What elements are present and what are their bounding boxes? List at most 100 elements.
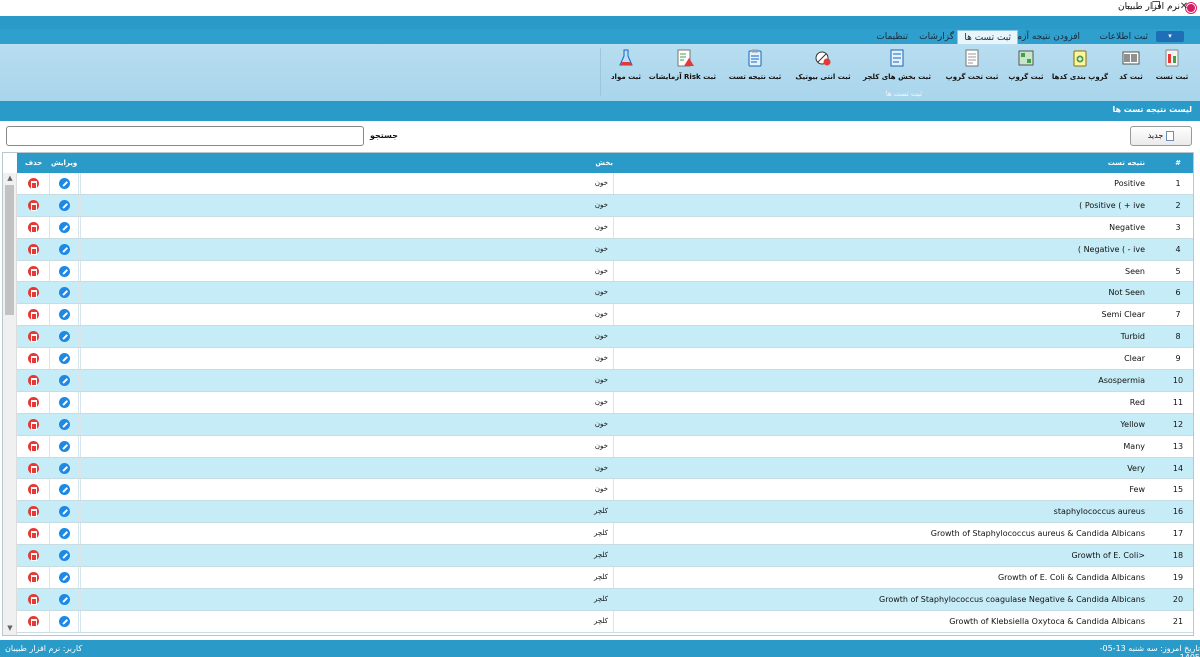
header-edit[interactable]: ویرایش [51, 159, 77, 167]
edit-cell[interactable] [49, 588, 79, 610]
delete-cell[interactable] [17, 611, 49, 632]
table-row[interactable]: 12 Yellow خون [17, 413, 1193, 436]
delete-trash-icon[interactable] [27, 199, 39, 211]
table-row[interactable]: 19 Growth of E. Coli & Candida Albicans کل… [17, 567, 1193, 589]
header-delete[interactable]: حذف [25, 159, 42, 167]
edit-cell[interactable] [49, 523, 79, 545]
scroll-up-icon[interactable]: ▲ [5, 174, 15, 184]
table-row[interactable]: 13 Many خون [17, 435, 1193, 458]
table-row[interactable]: 3 Negative خون [17, 216, 1193, 239]
scroll-down-icon[interactable]: ▼ [5, 624, 15, 634]
delete-trash-icon[interactable] [27, 243, 39, 255]
edit-pencil-icon[interactable] [58, 287, 70, 299]
delete-trash-icon[interactable] [27, 484, 39, 496]
edit-pencil-icon[interactable] [58, 528, 70, 540]
delete-trash-icon[interactable] [27, 287, 39, 299]
delete-trash-icon[interactable] [27, 375, 39, 387]
new-button[interactable]: جدید [1130, 126, 1192, 146]
edit-cell[interactable] [49, 326, 79, 348]
table-row[interactable]: 10 Asospermia خون [17, 370, 1193, 392]
edit-cell[interactable] [49, 545, 79, 567]
edit-cell[interactable] [49, 282, 79, 304]
table-row[interactable]: 17 Growth of Staphylococcus aureus & Cand… [17, 523, 1193, 546]
edit-pencil-icon[interactable] [58, 550, 70, 562]
delete-trash-icon[interactable] [27, 221, 39, 233]
register-test-result-button[interactable]: ثبت نتیجه تست [726, 48, 784, 81]
edit-cell[interactable] [49, 304, 79, 326]
edit-cell[interactable] [49, 435, 79, 457]
edit-cell[interactable] [49, 238, 79, 260]
delete-trash-icon[interactable] [27, 506, 39, 518]
tab-register-info[interactable]: ثبت اطلاعات [1093, 30, 1154, 44]
delete-cell[interactable] [17, 501, 49, 522]
table-row[interactable]: 20 Growth of Staphylococcus coagulase Neg… [17, 588, 1193, 611]
delete-trash-icon[interactable] [27, 462, 39, 474]
edit-cell[interactable] [49, 610, 79, 632]
table-row[interactable]: 14 Very خون [17, 457, 1193, 480]
group-codes-button[interactable]: گروپ بندی کدها [1050, 48, 1110, 81]
table-row[interactable]: 4 ( Negative ( - ive خون [17, 238, 1193, 261]
edit-pencil-icon[interactable] [58, 178, 70, 189]
delete-trash-icon[interactable] [27, 353, 39, 365]
edit-pencil-icon[interactable] [58, 375, 70, 387]
edit-pencil-icon[interactable] [58, 243, 70, 255]
table-row[interactable]: 2 ( Positive ( + ive خون [17, 194, 1193, 217]
delete-cell[interactable] [17, 217, 49, 238]
edit-cell[interactable] [49, 567, 79, 588]
delete-cell[interactable] [17, 479, 49, 500]
delete-trash-icon[interactable] [27, 440, 39, 452]
table-row[interactable]: 5 Seen خون [17, 260, 1193, 283]
edit-pencil-icon[interactable] [58, 593, 70, 605]
minimize-button[interactable]: – [1114, 0, 1142, 14]
delete-cell[interactable] [17, 545, 49, 566]
table-row[interactable]: 18 Growth of E. Coli> کلچر [17, 545, 1193, 568]
delete-trash-icon[interactable] [27, 418, 39, 430]
register-antibiotic-button[interactable]: ثبت انتی بیوتیک [794, 48, 852, 81]
edit-pencil-icon[interactable] [58, 221, 70, 233]
scroll-thumb[interactable] [5, 185, 14, 315]
register-group-button[interactable]: ثبت گروپ [1006, 48, 1046, 81]
header-num[interactable]: # [1175, 159, 1181, 167]
delete-trash-icon[interactable] [27, 572, 39, 584]
edit-pencil-icon[interactable] [58, 506, 70, 518]
table-row[interactable]: 8 Turbid خون [17, 326, 1193, 349]
edit-pencil-icon[interactable] [58, 572, 70, 584]
delete-trash-icon[interactable] [27, 331, 39, 343]
edit-pencil-icon[interactable] [58, 615, 70, 627]
edit-cell[interactable] [49, 370, 79, 391]
delete-trash-icon[interactable] [27, 615, 39, 627]
delete-cell[interactable] [17, 436, 49, 457]
edit-cell[interactable] [49, 260, 79, 282]
delete-cell[interactable] [17, 414, 49, 435]
edit-pencil-icon[interactable] [58, 440, 70, 452]
delete-cell[interactable] [17, 392, 49, 413]
register-risk-button[interactable]: ثبت Risk آزمایشات [649, 48, 716, 81]
register-subgroup-button[interactable]: ثبت تحت گروپ [942, 48, 1002, 81]
delete-trash-icon[interactable] [27, 265, 39, 277]
edit-cell[interactable] [49, 413, 79, 435]
delete-trash-icon[interactable] [27, 550, 39, 562]
table-row[interactable]: 9 Clear خون [17, 348, 1193, 371]
edit-pencil-icon[interactable] [58, 418, 70, 430]
table-row[interactable]: 11 Red خون [17, 391, 1193, 414]
delete-trash-icon[interactable] [27, 528, 39, 540]
delete-cell[interactable] [17, 523, 49, 544]
delete-cell[interactable] [17, 195, 49, 216]
delete-cell[interactable] [17, 458, 49, 479]
edit-pencil-icon[interactable] [58, 331, 70, 343]
maximize-button[interactable]: ❐ [1142, 0, 1170, 14]
register-materials-button[interactable]: ثبت مواد [608, 48, 644, 81]
table-row[interactable]: 1 Positive خون [17, 173, 1193, 195]
edit-cell[interactable] [49, 173, 79, 194]
edit-pencil-icon[interactable] [58, 396, 70, 408]
delete-trash-icon[interactable] [27, 396, 39, 408]
tab-reports[interactable]: گزارشات [913, 30, 960, 44]
delete-cell[interactable] [17, 282, 49, 303]
edit-pencil-icon[interactable] [58, 309, 70, 321]
delete-cell[interactable] [17, 304, 49, 325]
close-button[interactable]: ✕ [1170, 0, 1198, 14]
quick-access-menu-button[interactable]: ▾ [1156, 31, 1184, 42]
delete-cell[interactable] [17, 173, 49, 194]
table-row[interactable]: 6 Not Seen خون [17, 282, 1193, 305]
delete-cell[interactable] [17, 567, 49, 588]
